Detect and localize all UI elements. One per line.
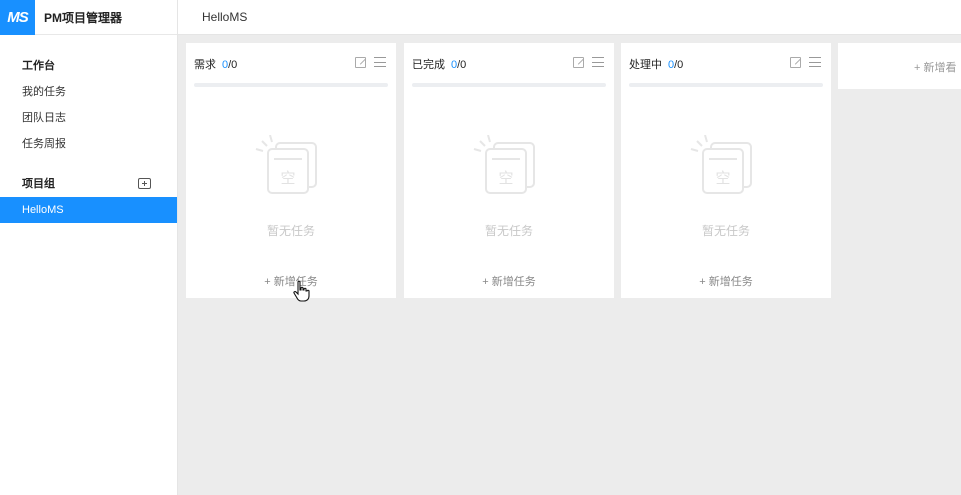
brand-title: PM项目管理器: [44, 10, 123, 25]
column-title: 需求 0/0: [194, 56, 237, 72]
add-task-button[interactable]: + 新增任务: [186, 273, 396, 289]
nav-head-workbench: 工作台: [22, 60, 55, 72]
column-name: 需求: [194, 59, 216, 71]
sidebar-item-team-log[interactable]: 团队日志: [0, 105, 177, 131]
empty-glyph: 空: [715, 169, 730, 187]
project-group-label: 项目组: [22, 178, 55, 190]
empty-text: 暂无任务: [266, 224, 315, 238]
board-column-in-progress: 处理中 0/0 空 暂无任务 + 新增任务: [621, 43, 831, 298]
menu-icon[interactable]: [374, 57, 386, 67]
add-board-button[interactable]: + 新增看: [914, 59, 956, 75]
sidebar-item-weekly-report[interactable]: 任务周报: [0, 131, 177, 157]
empty-glyph: 空: [280, 169, 295, 187]
column-total-count: /0: [457, 59, 467, 71]
column-count: 0/0: [451, 59, 466, 71]
nav-section: 工作台 我的任务 团队日志 任务周报 项目组 HelloMS: [0, 35, 177, 223]
hand-cursor-icon: [293, 280, 310, 302]
empty-box-icon: 空: [255, 135, 317, 194]
brand-logo: MS: [0, 0, 35, 35]
page-title: HelloMS: [202, 10, 248, 24]
empty-text: 暂无任务: [484, 224, 533, 238]
column-progress-bar: [412, 83, 606, 87]
empty-box-icon: 空: [690, 135, 752, 194]
column-total-count: /0: [228, 59, 238, 71]
sidebar-item-project-helloms[interactable]: HelloMS: [0, 197, 177, 223]
brand: MS PM项目管理器: [0, 0, 177, 35]
add-square-icon[interactable]: [138, 178, 151, 189]
menu-icon[interactable]: [809, 57, 821, 67]
header: HelloMS: [178, 0, 961, 35]
menu-icon[interactable]: [592, 57, 604, 67]
column-progress-bar: [629, 83, 823, 87]
board-column-completed: 已完成 0/0 空 暂无任务 + 新增任务: [404, 43, 614, 298]
column-total-count: /0: [674, 59, 684, 71]
column-title: 处理中 0/0: [629, 56, 683, 72]
column-count: 0/0: [668, 59, 683, 71]
add-task-button[interactable]: + 新增任务: [621, 273, 831, 289]
add-board-card[interactable]: + 新增看: [838, 43, 961, 89]
column-name: 已完成: [412, 59, 445, 71]
column-name: 处理中: [629, 59, 662, 71]
add-task-button[interactable]: + 新增任务: [404, 273, 614, 289]
empty-text: 暂无任务: [701, 224, 750, 238]
board-column-requirements: 需求 0/0 空 暂无任务 + 新增任务: [186, 43, 396, 298]
nav-head-project-group: 项目组: [0, 171, 177, 197]
column-progress-bar: [194, 83, 388, 87]
sidebar-item-my-tasks[interactable]: 我的任务: [0, 79, 177, 105]
edit-icon[interactable]: [790, 57, 801, 68]
column-title: 已完成 0/0: [412, 56, 466, 72]
empty-glyph: 空: [498, 169, 513, 187]
empty-box-icon: 空: [473, 135, 535, 194]
edit-icon[interactable]: [355, 57, 366, 68]
sidebar: MS PM项目管理器 工作台 我的任务 团队日志 任务周报 项目组 HelloM…: [0, 0, 178, 495]
column-count: 0/0: [222, 59, 237, 71]
edit-icon[interactable]: [573, 57, 584, 68]
